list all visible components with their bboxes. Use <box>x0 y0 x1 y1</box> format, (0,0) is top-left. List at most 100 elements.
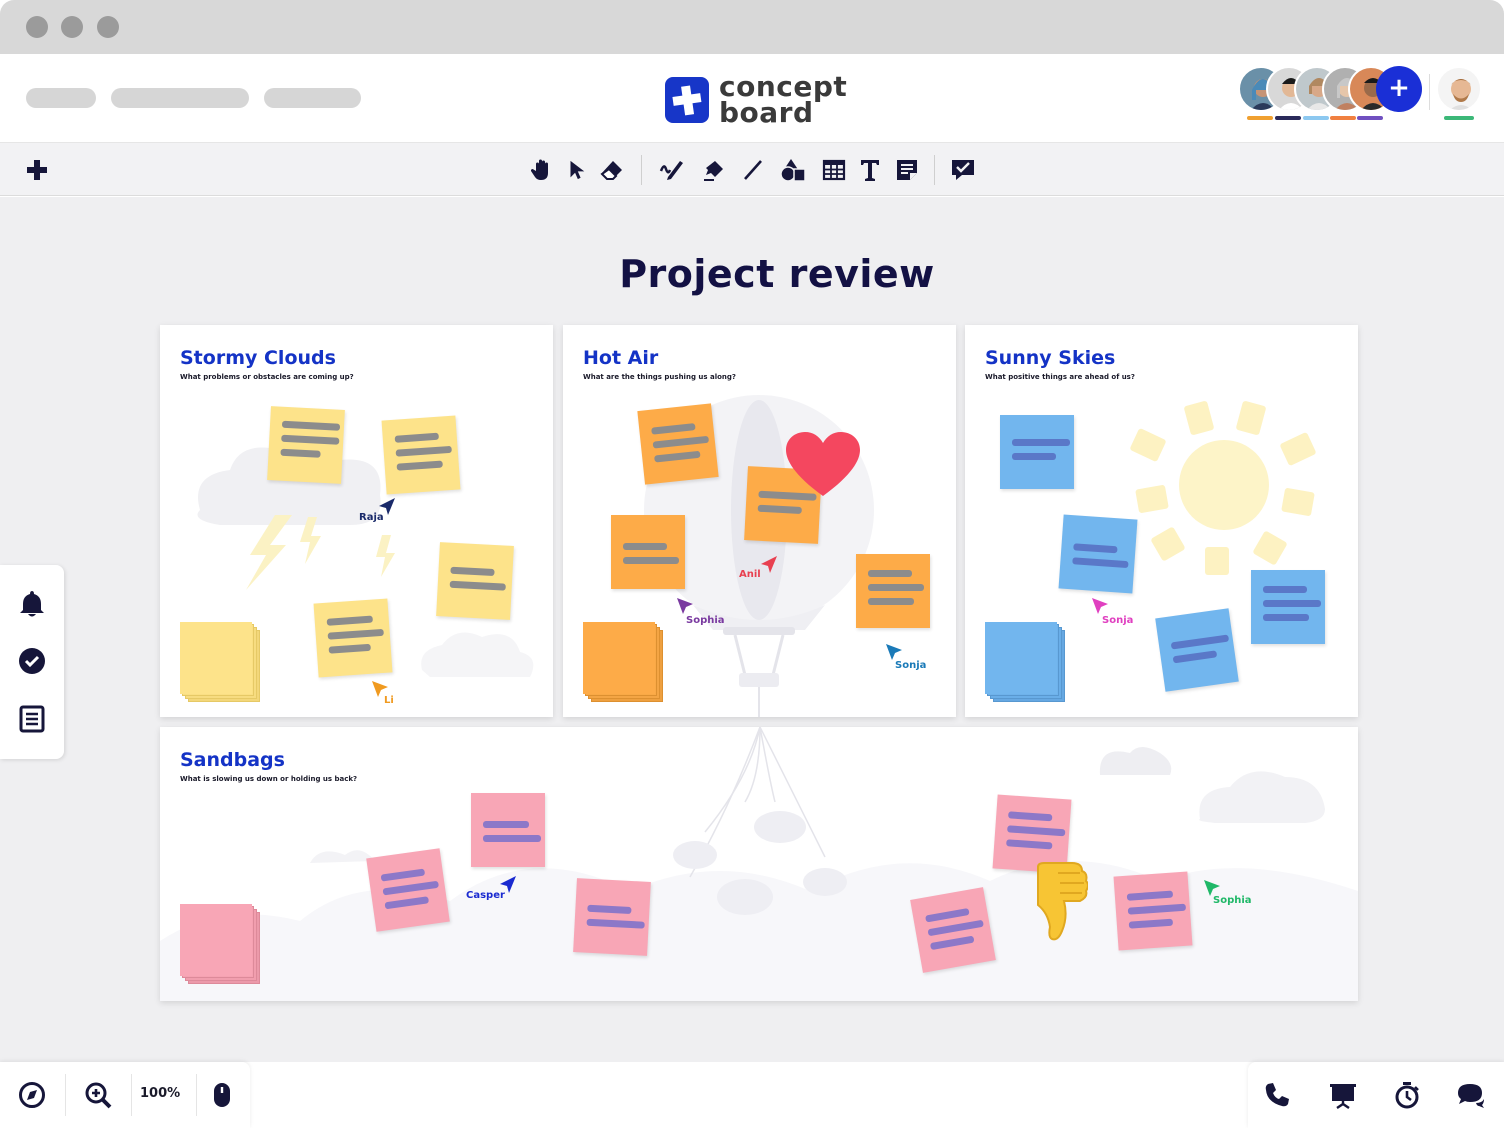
select-tool[interactable] <box>561 155 591 185</box>
eraser-tool[interactable] <box>597 155 627 185</box>
panel-sandbags[interactable]: Sandbags What is slowing us down or hold… <box>160 727 1358 1001</box>
conceptboard-logo: concept board <box>665 73 847 129</box>
bottom-right-toolbar <box>1248 1062 1504 1128</box>
add-collaborator-button[interactable]: + <box>1376 66 1422 112</box>
heart-reaction-icon[interactable] <box>784 430 862 500</box>
sticky-note-pad-orange[interactable] <box>583 622 663 702</box>
avatar-divider <box>1429 74 1430 110</box>
pen-icon <box>659 161 683 180</box>
pen-tool[interactable] <box>657 155 687 185</box>
sticky-note[interactable] <box>856 554 930 628</box>
mouse-icon <box>214 1083 230 1107</box>
toolbar-divider <box>641 155 642 185</box>
compass-icon <box>19 1082 45 1108</box>
outline-button[interactable] <box>16 703 48 735</box>
nav-placeholder[interactable] <box>26 88 96 108</box>
cursor-label: Anil <box>739 569 761 580</box>
main-toolbar <box>0 142 1504 196</box>
app-header: concept board + <box>0 54 1504 142</box>
board-title[interactable]: Project review <box>0 252 1504 296</box>
comment-tool[interactable] <box>948 155 978 185</box>
panel-sunny-skies[interactable]: Sunny Skies What positive things are ahe… <box>965 325 1358 717</box>
sticky-note[interactable] <box>267 406 345 484</box>
zoom-level[interactable]: 100% <box>140 1086 180 1101</box>
chat-button[interactable] <box>1454 1078 1488 1112</box>
cursor-label: Sonja <box>895 660 927 671</box>
cursor-label: Raja <box>359 512 384 523</box>
cursor-label: Casper <box>466 890 505 901</box>
call-button[interactable] <box>1260 1078 1294 1112</box>
text-icon <box>861 160 879 181</box>
check-circle-icon <box>19 648 45 674</box>
toolbar-divider <box>196 1074 197 1116</box>
cursor-label: Sophia <box>686 615 725 626</box>
sticky-note[interactable] <box>313 598 393 678</box>
cursor-pointer-icon <box>1092 598 1108 614</box>
timer-button[interactable] <box>1390 1078 1424 1112</box>
plus-icon <box>27 160 47 180</box>
marker-icon <box>704 161 723 181</box>
bell-icon <box>20 591 44 617</box>
sticky-note[interactable] <box>1113 871 1193 951</box>
shapes-icon <box>780 159 806 182</box>
presentation-icon <box>1330 1084 1356 1109</box>
phone-icon <box>1265 1083 1289 1107</box>
line-tool[interactable] <box>738 155 768 185</box>
sticky-note[interactable] <box>1155 608 1239 692</box>
cursor-label: Li <box>384 695 394 706</box>
current-user-avatar[interactable] <box>1436 66 1482 112</box>
sticky-note[interactable] <box>366 848 450 932</box>
presentation-button[interactable] <box>1326 1078 1360 1112</box>
zoom-in-icon <box>85 1082 112 1109</box>
marker-tool[interactable] <box>699 155 729 185</box>
cursor-pointer-icon <box>677 598 693 614</box>
select-icon <box>570 160 585 180</box>
thumbs-down-reaction-icon[interactable] <box>1030 861 1088 945</box>
panel-hot-air[interactable]: Hot Air What are the things pushing us a… <box>563 325 956 717</box>
timer-icon <box>1395 1082 1419 1109</box>
hand-tool[interactable] <box>527 155 557 185</box>
sticky-note[interactable] <box>471 793 545 867</box>
nav-placeholder[interactable] <box>264 88 361 108</box>
shapes-tool[interactable] <box>778 155 808 185</box>
clouds-and-sandbags-illustration <box>160 727 1358 1001</box>
list-icon <box>19 705 45 733</box>
sticky-note[interactable] <box>1251 570 1325 644</box>
comment-icon <box>952 160 974 180</box>
navigator-button[interactable] <box>15 1078 49 1112</box>
window-close-dot[interactable] <box>26 16 48 38</box>
sticky-note-pad-pink[interactable] <box>180 904 260 984</box>
sticky-note[interactable] <box>611 515 685 589</box>
bottom-left-toolbar: 100% <box>0 1062 250 1128</box>
sticky-note[interactable] <box>637 403 719 485</box>
chat-icon <box>1458 1084 1484 1108</box>
text-tool[interactable] <box>855 155 885 185</box>
table-tool[interactable] <box>819 155 849 185</box>
presence-bar <box>1330 116 1356 120</box>
sticky-note[interactable] <box>436 542 514 620</box>
sticky-note[interactable] <box>1000 415 1074 489</box>
sticky-note-pad-blue[interactable] <box>985 622 1065 702</box>
panel-stormy-clouds[interactable]: Stormy Clouds What problems or obstacles… <box>160 325 553 717</box>
nav-placeholder[interactable] <box>111 88 249 108</box>
add-button[interactable] <box>22 155 52 185</box>
window-minimize-dot[interactable] <box>61 16 83 38</box>
sticky-note[interactable] <box>381 415 461 495</box>
sticky-note[interactable] <box>910 887 996 973</box>
window-maximize-dot[interactable] <box>97 16 119 38</box>
toolbar-divider <box>131 1074 132 1116</box>
notifications-button[interactable] <box>16 587 48 619</box>
tasks-button[interactable] <box>16 645 48 677</box>
mouse-mode-button[interactable] <box>205 1078 239 1112</box>
sticky-note-tool[interactable] <box>892 155 922 185</box>
logo-line-2: board <box>719 96 814 129</box>
table-icon <box>822 159 846 181</box>
sticky-note[interactable] <box>1058 514 1138 594</box>
eraser-icon <box>600 161 622 180</box>
cursor-pointer-icon <box>761 556 777 573</box>
sticky-note-icon <box>897 160 917 180</box>
sticky-note[interactable] <box>573 878 651 956</box>
sticky-note-pad-yellow[interactable] <box>180 622 260 702</box>
presence-bar <box>1444 116 1474 120</box>
zoom-button[interactable] <box>81 1078 115 1112</box>
